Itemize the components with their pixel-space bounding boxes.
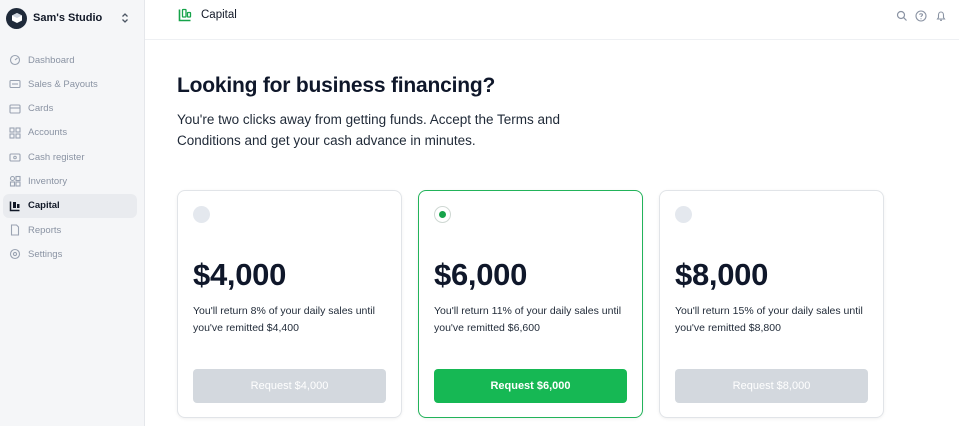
cash-register-icon (9, 151, 21, 163)
request-button[interactable]: Request $6,000 (434, 369, 627, 403)
top-bar: Capital (145, 0, 959, 40)
request-button[interactable]: Request $8,000 (675, 369, 868, 403)
sidebar-item-label: Capital (28, 200, 60, 212)
accounts-icon (9, 127, 21, 139)
offer-radio[interactable] (193, 206, 210, 223)
sidebar-item-label: Reports (28, 224, 62, 236)
offer-radio-selected[interactable] (434, 206, 451, 223)
workspace-switcher[interactable]: Sam's Studio (6, 6, 136, 30)
request-button[interactable]: Request $4,000 (193, 369, 386, 403)
offer-description: You'll return 15% of your daily sales un… (675, 305, 863, 334)
offer-card-selected[interactable]: $6,000 You'll return 11% of your daily s… (418, 190, 643, 418)
sidebar-nav: Dashboard Sales & Payouts Cards Accounts… (0, 48, 145, 267)
offer-description: You'll return 11% of your daily sales un… (434, 305, 622, 334)
capital-icon (9, 200, 21, 212)
sidebar-item-label: Cash register (28, 151, 85, 163)
offer-card[interactable]: $8,000 You'll return 15% of your daily s… (659, 190, 884, 418)
offer-radio[interactable] (675, 206, 692, 223)
offer-amount: $8,000 (675, 257, 769, 292)
sidebar-item-label: Dashboard (28, 54, 75, 66)
sidebar-item-label: Inventory (28, 175, 68, 187)
sidebar-item-dashboard[interactable]: Dashboard (3, 48, 137, 72)
sidebar-item-reports[interactable]: Reports (3, 218, 137, 242)
sidebar-item-label: Accounts (28, 127, 68, 139)
reports-icon (9, 224, 21, 236)
chevron-up-down-icon[interactable] (120, 11, 130, 25)
sidebar-item-cash-register[interactable]: Cash register (3, 145, 137, 169)
search-icon[interactable] (896, 9, 908, 21)
cards-icon (9, 103, 21, 115)
sidebar-item-label: Cards (28, 103, 54, 115)
dashboard-icon (9, 54, 21, 66)
sidebar-item-sales-payouts[interactable]: Sales & Payouts (3, 72, 137, 96)
sidebar-item-label: Settings (28, 248, 63, 260)
sidebar-item-inventory[interactable]: Inventory (3, 169, 137, 193)
sidebar-item-label: Sales & Payouts (28, 78, 98, 90)
workspace-logo-icon (6, 7, 27, 29)
settings-icon (9, 248, 21, 260)
payouts-icon (9, 78, 21, 90)
workspace-name: Sam's Studio (33, 12, 103, 24)
help-icon[interactable] (915, 9, 927, 22)
page-title: Capital (201, 9, 237, 21)
sidebar-item-settings[interactable]: Settings (3, 242, 137, 266)
sidebar-item-cards[interactable]: Cards (3, 97, 137, 121)
offer-amount: $6,000 (434, 257, 528, 292)
sidebar: Sam's Studio Dashboard Sales & Payouts C… (0, 0, 145, 426)
sidebar-item-capital[interactable]: Capital (3, 193, 137, 218)
offer-description: You'll return 8% of your daily sales unt… (193, 305, 375, 334)
bell-icon[interactable] (935, 9, 947, 21)
capital-icon (178, 8, 192, 22)
offer-card[interactable]: $4,000 You'll return 8% of your daily sa… (177, 190, 402, 418)
inventory-icon (9, 175, 21, 188)
sidebar-item-accounts[interactable]: Accounts (3, 121, 137, 145)
page-subtext: You're two clicks away from getting fund… (177, 112, 561, 148)
page-heading: Looking for business financing? (177, 74, 496, 97)
offer-amount: $4,000 (193, 257, 287, 292)
